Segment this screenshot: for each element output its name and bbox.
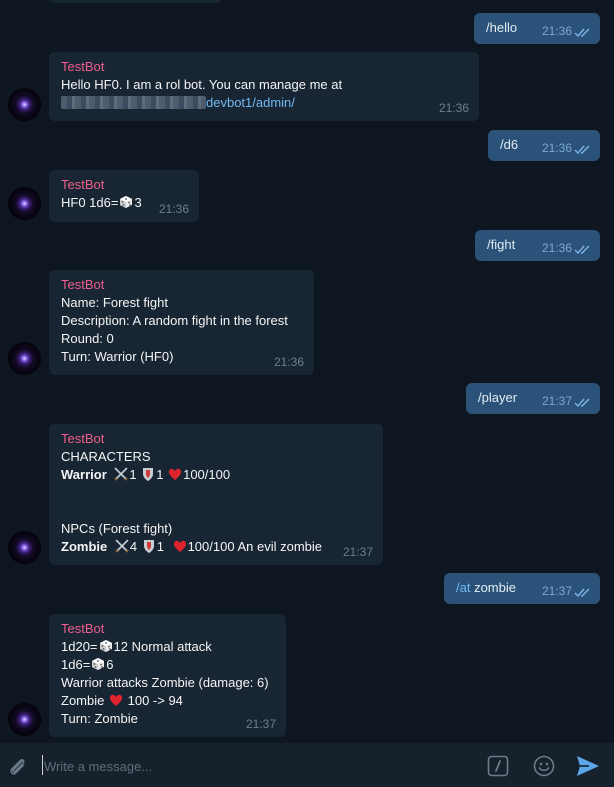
message-time: 21:37 xyxy=(541,394,572,408)
bot-commands-button[interactable] xyxy=(485,753,511,779)
sender-name[interactable]: TestBot xyxy=(61,430,371,448)
fight-round: Round: 0 xyxy=(61,331,114,346)
message-time: 21:36 xyxy=(273,355,304,369)
text-caret xyxy=(42,755,43,775)
message-input[interactable] xyxy=(44,756,464,776)
warrior-defense: 1 xyxy=(156,467,164,482)
attach-icon xyxy=(10,759,25,775)
message-outgoing: /at zombie 21:37 xyxy=(444,573,600,604)
warrior-attack: 1 xyxy=(129,467,137,482)
message-time: 21:37 xyxy=(541,584,572,598)
command-icon xyxy=(487,755,509,777)
zombie-hp-change: Zombie 100 -> 94 xyxy=(61,692,274,710)
message-incoming: TestBot Hello HF0. I am a rol bot. You c… xyxy=(49,52,479,121)
zombie-row: Zombie 4 1 100/100 An evil zombie xyxy=(61,538,371,556)
double-check-icon xyxy=(574,145,592,155)
send-button[interactable] xyxy=(575,753,601,779)
command-arg: zombie xyxy=(470,580,516,595)
sender-name[interactable]: TestBot xyxy=(61,176,187,194)
avatar[interactable] xyxy=(8,88,41,121)
zombie-attack: 4 xyxy=(129,539,138,554)
sender-name[interactable]: TestBot xyxy=(61,276,302,294)
double-check-icon xyxy=(574,245,592,255)
command-link[interactable]: /at xyxy=(456,580,470,595)
message-text: /hello xyxy=(486,20,518,35)
redacted-url xyxy=(61,96,206,109)
characters-header: CHARACTERS xyxy=(61,449,151,464)
shield-icon xyxy=(141,538,157,554)
sword-icon xyxy=(114,538,130,554)
sender-name[interactable]: TestBot xyxy=(61,620,274,638)
message-outgoing: /fight 21:36 xyxy=(475,230,600,261)
message-time: 21:36 xyxy=(541,141,572,155)
fight-turn: Turn: Warrior (HF0) xyxy=(61,349,174,364)
dice-icon xyxy=(90,656,106,672)
message-time: 21:36 xyxy=(541,24,572,38)
roll-label: 1d20= xyxy=(61,639,98,654)
message-time: 21:37 xyxy=(342,545,373,559)
fight-description: Description: A random fight in the fores… xyxy=(61,313,288,328)
message-outgoing: /d6 21:36 xyxy=(488,130,600,161)
warrior-hp: 100/100 xyxy=(183,467,231,482)
send-icon xyxy=(577,756,599,776)
hp-change: 100 -> 94 xyxy=(127,693,183,708)
turn-info: Turn: Zombie xyxy=(61,711,138,726)
zombie-defense: 1 xyxy=(156,539,164,554)
message-text: /at zombie xyxy=(456,580,516,595)
avatar[interactable] xyxy=(8,342,41,375)
attack-roll: 1d20= 12 Normal attack xyxy=(61,638,274,656)
sword-icon xyxy=(113,466,129,482)
avatar[interactable] xyxy=(8,703,41,736)
attach-button[interactable] xyxy=(5,753,31,779)
message-outgoing: /hello 21:36 xyxy=(474,13,600,44)
avatar[interactable] xyxy=(8,531,41,564)
message-incoming: TestBot Name: Forest fight Description: … xyxy=(49,270,314,375)
chat-history[interactable]: /hello 21:36 TestBot Hello HF0. I am a r… xyxy=(0,0,614,742)
warrior-row: Warrior 1 1 100/100 xyxy=(61,466,371,484)
message-text: /player xyxy=(478,390,518,405)
message-outgoing: /player 21:37 xyxy=(466,383,600,414)
roll-value: 6 xyxy=(106,657,114,672)
zombie-hp: 100/100 An evil zombie xyxy=(187,539,323,554)
warrior-name: Warrior xyxy=(61,467,107,482)
heart-icon xyxy=(108,692,124,708)
message-time: 21:36 xyxy=(438,101,469,115)
npcs-header: NPCs (Forest fight) xyxy=(61,521,173,536)
fight-name: Name: Forest fight xyxy=(61,295,168,310)
message-text: Hello HF0. I am a rol bot. You can manag… xyxy=(61,77,343,92)
message-bubble-previous xyxy=(49,0,222,3)
admin-link[interactable]: devbot1/admin/ xyxy=(61,94,467,112)
message-time: 21:36 xyxy=(541,241,572,255)
double-check-icon xyxy=(574,398,592,408)
double-check-icon xyxy=(574,588,592,598)
message-time: 21:37 xyxy=(245,717,276,731)
message-incoming: TestBot 1d20= 12 Normal attack 1d6= 6 Warr… xyxy=(49,614,286,737)
emoji-icon xyxy=(533,755,555,777)
message-text: /d6 xyxy=(500,137,519,152)
emoji-button[interactable] xyxy=(531,753,557,779)
heart-icon xyxy=(167,466,183,482)
attack-result: Warrior attacks Zombie (damage: 6) xyxy=(61,675,269,690)
double-check-icon xyxy=(574,28,592,38)
shield-icon xyxy=(140,466,156,482)
roll-label: 1d6= xyxy=(61,657,91,672)
roll-value: 3 xyxy=(134,195,142,210)
target-name: Zombie xyxy=(61,693,105,708)
message-time: 21:36 xyxy=(158,202,189,216)
zombie-name: Zombie xyxy=(61,539,108,554)
heart-icon xyxy=(172,538,188,554)
message-incoming: TestBot HF0 1d6= 3 21:36 xyxy=(49,170,199,222)
link-text[interactable]: devbot1/admin/ xyxy=(206,95,295,110)
message-incoming: TestBot CHARACTERS Warrior 1 1 100/100 N… xyxy=(49,424,383,565)
roll-value: 12 Normal attack xyxy=(113,639,212,654)
avatar[interactable] xyxy=(8,187,41,220)
sender-name[interactable]: TestBot xyxy=(61,58,467,76)
dice-icon xyxy=(98,638,114,654)
message-composer xyxy=(0,742,614,787)
damage-roll: 1d6= 6 xyxy=(61,656,274,674)
roll-label: HF0 1d6= xyxy=(61,195,119,210)
message-text: /fight xyxy=(487,237,516,252)
dice-icon xyxy=(118,194,134,210)
